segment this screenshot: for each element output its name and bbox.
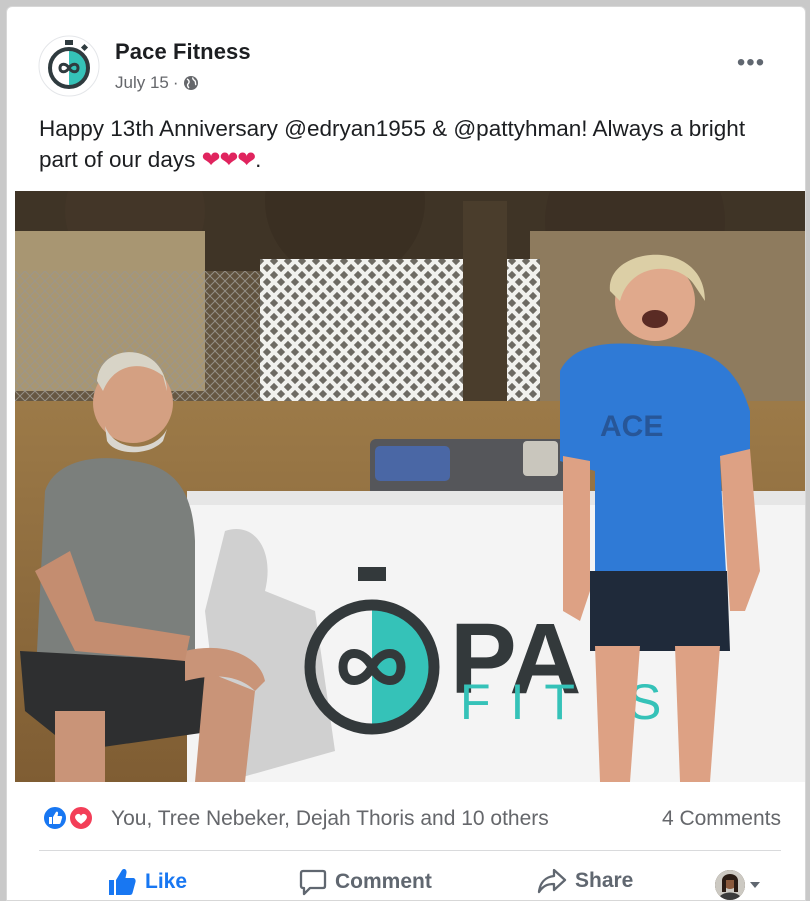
page-name-link[interactable]: Pace Fitness [115,39,251,65]
comment-label: Comment [335,870,432,893]
caption-end: . [255,147,262,172]
chevron-down-icon [750,882,760,888]
post-photo[interactable]: PA FIT S ACE [15,191,805,782]
photo-scene: PA FIT S ACE [15,191,805,782]
thumbs-up-icon [109,869,136,895]
caption-text: Happy 13th Anniversary @edryan1955 & @pa… [39,116,746,172]
reaction-names-link[interactable]: You, Tree Nebeker, Dejah Thoris and 10 o… [111,807,549,831]
svg-text:ACE: ACE [600,410,663,443]
share-label: Share [575,869,634,892]
comments-count-link[interactable]: 4 Comments [662,807,781,831]
post-actions: Like Comment Share [7,860,805,900]
like-love-reaction-icon[interactable] [41,805,95,831]
action-divider [39,850,781,851]
comment-button[interactable]: Comment [299,868,432,896]
post-meta: July 15 · [115,73,199,93]
post-date[interactable]: July 15 [115,73,169,93]
viewer-audience-selector[interactable] [715,870,760,900]
post-card: Pace Fitness July 15 · ••• Happy 13th An… [6,6,806,901]
comment-bubble-icon [299,869,327,896]
more-options-button[interactable]: ••• [734,51,768,75]
globe-icon[interactable] [183,75,199,91]
meta-separator: · [172,73,179,92]
heart-emoji: ❤❤❤ [201,147,257,172]
like-label: Like [145,870,188,893]
sign-sub-text: FIT S [460,674,681,730]
post-caption: Happy 13th Anniversary @edryan1955 & @pa… [39,113,779,175]
viewer-avatar [715,870,745,900]
page-logo-avatar[interactable] [38,35,100,97]
share-button[interactable]: Share [537,868,633,894]
post-header: Pace Fitness July 15 · ••• [7,7,805,107]
reactions-bar: You, Tree Nebeker, Dejah Thoris and 10 o… [7,793,805,843]
like-button[interactable]: Like [107,868,187,896]
share-arrow-icon [537,868,567,894]
